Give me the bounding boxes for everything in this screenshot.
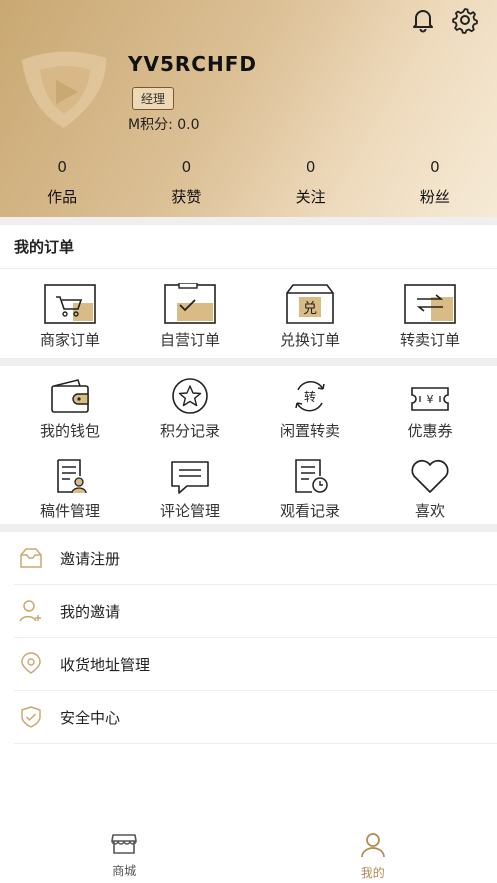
section-divider bbox=[0, 217, 497, 225]
stat-label: 关注 bbox=[295, 188, 326, 206]
bottom-tab-bar: 商城 我的 bbox=[0, 826, 497, 883]
order-self-operated[interactable]: 自营订单 bbox=[130, 279, 250, 350]
stats-bar: 0 作品 0 获赞 0 关注 0 粉丝 bbox=[0, 158, 497, 207]
menu-label: 邀请注册 bbox=[60, 549, 121, 568]
services-row-2: 稿件管理 评论管理 观看记录 喜欢 bbox=[0, 450, 497, 521]
tab-label: 商城 bbox=[112, 864, 137, 878]
order-label: 转卖订单 bbox=[399, 331, 460, 349]
resale-glyph: 转 bbox=[304, 389, 316, 404]
checkmark-box-icon bbox=[130, 279, 250, 325]
section-divider bbox=[0, 358, 497, 366]
stat-value: 0 bbox=[430, 158, 440, 176]
section-divider bbox=[0, 524, 497, 532]
service-points-record[interactable]: 积分记录 bbox=[130, 370, 250, 441]
tab-store[interactable]: 商城 bbox=[0, 826, 249, 883]
stat-value: 0 bbox=[305, 158, 316, 176]
stat-label: 粉丝 bbox=[419, 188, 450, 206]
username: YV5RCHFD bbox=[128, 52, 257, 76]
tab-mine[interactable]: 我的 bbox=[249, 826, 497, 883]
wallet-icon bbox=[10, 370, 130, 416]
profile-header: YV5RCHFD 经理 M积分: 0.0 0 作品 0 获赞 0 关注 0 粉丝 bbox=[0, 0, 497, 217]
menu-my-invites[interactable]: 我的邀请 bbox=[14, 585, 497, 638]
stat-works[interactable]: 0 作品 bbox=[0, 158, 124, 207]
stat-label: 获赞 bbox=[171, 188, 202, 206]
comment-icon bbox=[130, 450, 250, 496]
service-label: 优惠券 bbox=[407, 422, 453, 440]
role-badge: 经理 bbox=[132, 87, 175, 110]
yen-glyph: ¥ bbox=[427, 393, 434, 406]
menu-label: 安全中心 bbox=[60, 708, 121, 727]
stat-following[interactable]: 0 关注 bbox=[249, 158, 373, 207]
user-add-icon bbox=[14, 597, 48, 625]
service-idle-resale[interactable]: 转 闲置转卖 bbox=[250, 370, 370, 441]
store-icon bbox=[110, 832, 138, 860]
service-label: 观看记录 bbox=[279, 502, 340, 520]
star-icon bbox=[130, 370, 250, 416]
service-watch-history[interactable]: 观看记录 bbox=[250, 450, 370, 521]
service-label: 积分记录 bbox=[159, 422, 220, 440]
coupon-icon: ¥ bbox=[370, 370, 490, 416]
menu-label: 我的邀请 bbox=[60, 602, 121, 621]
exchange-box-icon: 兑 bbox=[250, 279, 370, 325]
stat-value: 0 bbox=[181, 158, 192, 176]
service-wallet[interactable]: 我的钱包 bbox=[10, 370, 130, 441]
menu-address[interactable]: 收货地址管理 bbox=[14, 638, 497, 691]
stat-value: 0 bbox=[57, 158, 67, 176]
menu-security[interactable]: 安全中心 bbox=[14, 691, 497, 744]
order-resale[interactable]: 转卖订单 bbox=[370, 279, 490, 350]
user-icon bbox=[359, 832, 387, 862]
shopping-cart-icon bbox=[10, 279, 130, 325]
order-exchange[interactable]: 兑 兑换订单 bbox=[250, 279, 370, 350]
stat-fans[interactable]: 0 粉丝 bbox=[373, 158, 497, 207]
orders-row: 商家订单 自营订单 兑 兑换订单 转卖订单 bbox=[0, 279, 497, 350]
location-icon bbox=[14, 650, 48, 678]
service-coupon[interactable]: ¥ 优惠券 bbox=[370, 370, 490, 441]
settings-list: 邀请注册 我的邀请 收货地址管理 安全中心 bbox=[0, 532, 497, 744]
service-manuscripts[interactable]: 稿件管理 bbox=[10, 450, 130, 521]
shield-icon bbox=[14, 703, 48, 731]
divider bbox=[0, 268, 497, 269]
manuscript-icon bbox=[10, 450, 130, 496]
exchange-glyph: 兑 bbox=[303, 301, 317, 317]
points-balance: M积分: 0.0 bbox=[128, 117, 200, 133]
avatar[interactable] bbox=[18, 48, 110, 130]
service-comments[interactable]: 评论管理 bbox=[130, 450, 250, 521]
stat-likes[interactable]: 0 获赞 bbox=[124, 158, 248, 207]
tab-label: 我的 bbox=[360, 866, 385, 880]
service-label: 闲置转卖 bbox=[279, 422, 340, 440]
order-label: 自营订单 bbox=[159, 331, 220, 349]
order-merchant[interactable]: 商家订单 bbox=[10, 279, 130, 350]
order-label: 兑换订单 bbox=[279, 331, 340, 349]
transfer-arrows-icon bbox=[370, 279, 490, 325]
order-label: 商家订单 bbox=[39, 331, 100, 349]
services-row-1: 我的钱包 积分记录 转 闲置转卖 ¥ 优惠券 bbox=[0, 370, 497, 441]
orders-section-title: 我的订单 bbox=[14, 238, 75, 256]
heart-icon bbox=[370, 450, 490, 496]
menu-label: 收货地址管理 bbox=[60, 655, 151, 674]
gear-icon[interactable] bbox=[451, 6, 479, 34]
bell-icon[interactable] bbox=[409, 6, 437, 34]
invite-register-icon bbox=[14, 544, 48, 572]
service-label: 我的钱包 bbox=[39, 422, 100, 440]
service-label: 评论管理 bbox=[159, 502, 220, 520]
service-likes[interactable]: 喜欢 bbox=[370, 450, 490, 521]
service-label: 喜欢 bbox=[414, 502, 445, 520]
resale-cycle-icon: 转 bbox=[250, 370, 370, 416]
menu-invite-register[interactable]: 邀请注册 bbox=[14, 532, 497, 585]
service-label: 稿件管理 bbox=[39, 502, 100, 520]
stat-label: 作品 bbox=[47, 188, 78, 206]
watch-history-icon bbox=[250, 450, 370, 496]
